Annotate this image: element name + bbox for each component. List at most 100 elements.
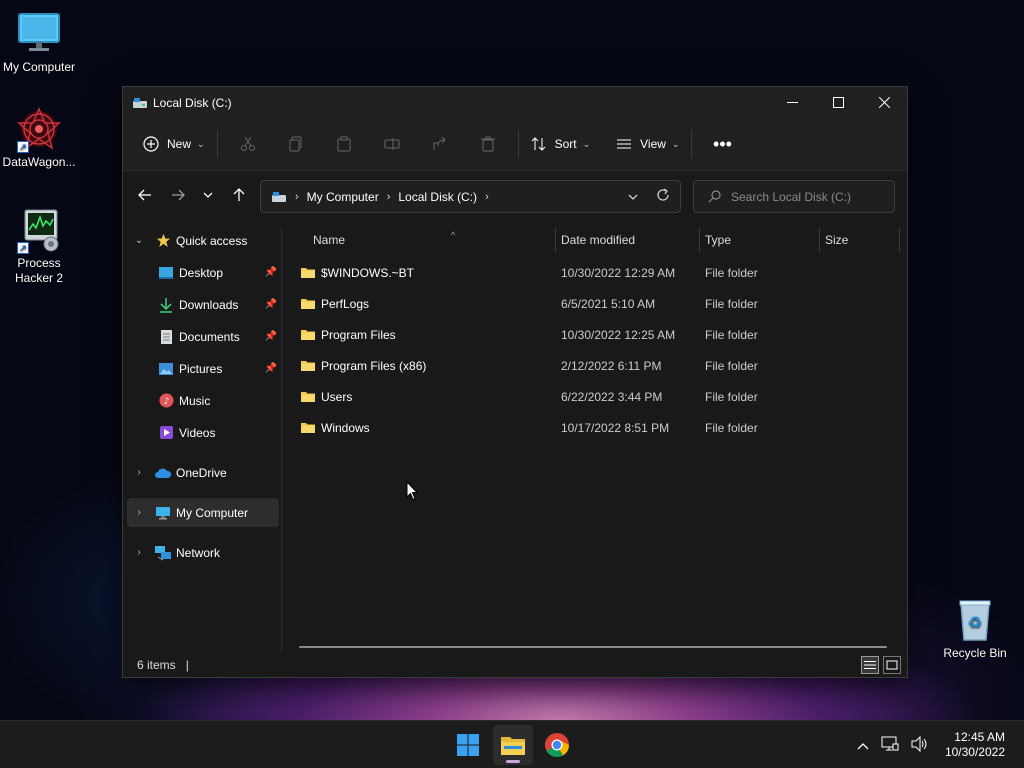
column-type-label: Type bbox=[705, 233, 732, 247]
nav-onedrive[interactable]: › OneDrive bbox=[127, 458, 279, 487]
svg-text:♻: ♻ bbox=[968, 613, 982, 632]
more-icon: ••• bbox=[713, 133, 732, 154]
toolbar-separator bbox=[691, 129, 693, 159]
file-row[interactable]: PerfLogs 6/5/2021 5:10 AM File folder bbox=[297, 288, 897, 319]
file-date: 6/5/2021 5:10 AM bbox=[561, 296, 656, 311]
up-button[interactable] bbox=[222, 180, 255, 210]
address-bar[interactable]: › My Computer › Local Disk (C:) › bbox=[260, 180, 681, 213]
picture-icon bbox=[157, 361, 175, 377]
maximize-button[interactable] bbox=[815, 87, 861, 118]
monitor-icon bbox=[15, 10, 63, 58]
network-status-button[interactable] bbox=[881, 736, 899, 755]
desktop-icon-process-hacker[interactable]: ↗ Process Hacker 2 bbox=[0, 206, 78, 286]
view-button[interactable]: View ⌄ bbox=[610, 128, 685, 160]
volume-button[interactable] bbox=[911, 735, 929, 755]
search-input[interactable] bbox=[731, 189, 881, 204]
maximize-icon bbox=[832, 97, 844, 108]
cut-button[interactable] bbox=[224, 128, 272, 160]
minimize-button[interactable] bbox=[769, 87, 815, 118]
taskbar-file-explorer[interactable] bbox=[493, 725, 533, 765]
chevron-right-icon[interactable]: › bbox=[132, 507, 146, 518]
back-button[interactable] bbox=[128, 180, 161, 210]
forward-button[interactable] bbox=[161, 180, 194, 210]
cut-icon bbox=[240, 136, 255, 151]
column-header-date[interactable]: Date modified bbox=[553, 228, 699, 252]
more-options-button[interactable]: ••• bbox=[698, 128, 746, 160]
cloud-icon bbox=[154, 465, 172, 481]
file-row[interactable]: Users 6/22/2022 3:44 PM File folder bbox=[297, 381, 897, 412]
horizontal-scrollbar[interactable] bbox=[299, 646, 887, 648]
nav-item-label: Desktop bbox=[179, 265, 224, 280]
column-header-name[interactable]: Name ^ bbox=[305, 228, 555, 252]
nav-quick-access[interactable]: ⌄ Quick access bbox=[127, 226, 279, 255]
delete-button[interactable] bbox=[464, 128, 512, 160]
chevron-right-icon[interactable]: › bbox=[485, 191, 489, 203]
command-bar: New ⌄ Sort ⌄ View ⌄ ••• bbox=[123, 118, 907, 171]
show-hidden-icons-button[interactable] bbox=[857, 738, 869, 753]
shortcut-arrow-icon: ↗ bbox=[17, 242, 29, 254]
file-type: File folder bbox=[705, 358, 758, 373]
column-header-size[interactable]: Size bbox=[817, 228, 897, 252]
start-button[interactable] bbox=[448, 725, 488, 765]
details-view-button[interactable] bbox=[861, 656, 879, 674]
close-button[interactable] bbox=[861, 87, 907, 118]
navigation-bar: › My Computer › Local Disk (C:) › bbox=[123, 171, 907, 219]
nav-desktop[interactable]: Desktop 📌 bbox=[127, 258, 279, 287]
file-row[interactable]: Program Files 10/30/2022 12:25 AM File f… bbox=[297, 319, 897, 350]
nav-pictures[interactable]: Pictures 📌 bbox=[127, 354, 279, 383]
breadcrumb-my-computer[interactable]: My Computer bbox=[307, 190, 379, 204]
nav-network[interactable]: › Network bbox=[127, 538, 279, 567]
folder-icon bbox=[301, 268, 315, 278]
file-row[interactable]: $WINDOWS.~BT 10/30/2022 12:29 AM File fo… bbox=[297, 257, 897, 288]
file-explorer-icon bbox=[501, 737, 525, 755]
file-row[interactable]: Windows 10/17/2022 8:51 PM File folder bbox=[297, 412, 897, 443]
search-box[interactable] bbox=[693, 180, 895, 213]
chevron-down-icon[interactable]: ⌄ bbox=[132, 235, 146, 246]
folder-icon bbox=[301, 423, 315, 433]
nav-item-label: Network bbox=[176, 545, 221, 560]
nav-downloads[interactable]: Downloads 📌 bbox=[127, 290, 279, 319]
file-date: 10/30/2022 12:25 AM bbox=[561, 327, 676, 342]
desktop-icon-datawagon[interactable]: ↗ DataWagon... bbox=[0, 105, 78, 170]
file-name: Program Files (x86) bbox=[321, 358, 427, 373]
paste-button[interactable] bbox=[320, 128, 368, 160]
nav-videos[interactable]: Videos bbox=[127, 418, 279, 447]
nav-item-label: Documents bbox=[179, 329, 240, 344]
share-button[interactable] bbox=[416, 128, 464, 160]
desktop-icon-my-computer[interactable]: My Computer bbox=[0, 10, 78, 75]
nav-music[interactable]: ♪ Music bbox=[127, 386, 279, 415]
active-app-indicator bbox=[506, 760, 520, 763]
document-icon bbox=[157, 329, 175, 345]
chevron-down-icon: ⌄ bbox=[197, 138, 205, 149]
breadcrumb-local-disk[interactable]: Local Disk (C:) bbox=[398, 190, 477, 204]
drive-icon bbox=[272, 191, 286, 202]
view-list-icon bbox=[617, 139, 632, 149]
recent-locations-button[interactable] bbox=[194, 180, 222, 210]
rename-button[interactable] bbox=[368, 128, 416, 160]
nav-documents[interactable]: Documents 📌 bbox=[127, 322, 279, 351]
paste-icon bbox=[337, 136, 351, 152]
address-dropdown-button[interactable] bbox=[628, 191, 638, 203]
process-hacker-icon: ↗ bbox=[15, 206, 63, 254]
title-bar[interactable]: Local Disk (C:) bbox=[123, 87, 907, 118]
clock[interactable]: 12:45 AM 10/30/2022 bbox=[945, 730, 1005, 760]
star-icon bbox=[154, 233, 172, 249]
column-divider[interactable] bbox=[899, 228, 900, 252]
large-icons-view-button[interactable] bbox=[883, 656, 901, 674]
column-date-label: Date modified bbox=[561, 233, 636, 247]
plus-circle-icon bbox=[143, 136, 159, 152]
sort-button[interactable]: Sort ⌄ bbox=[525, 128, 597, 160]
chevron-right-icon[interactable]: › bbox=[132, 467, 146, 478]
taskbar-chrome[interactable] bbox=[537, 725, 577, 765]
copy-button[interactable] bbox=[272, 128, 320, 160]
folder-icon bbox=[301, 361, 315, 371]
column-header-type[interactable]: Type bbox=[697, 228, 819, 252]
desktop-icon-recycle-bin[interactable]: ♻ Recycle Bin bbox=[936, 596, 1014, 661]
folder-icon bbox=[301, 299, 315, 309]
new-button[interactable]: New ⌄ bbox=[137, 128, 211, 160]
file-row[interactable]: Program Files (x86) 2/12/2022 6:11 PM Fi… bbox=[297, 350, 897, 381]
nav-my-computer[interactable]: › My Computer bbox=[127, 498, 279, 527]
refresh-button[interactable] bbox=[656, 188, 670, 205]
chevron-right-icon: › bbox=[386, 190, 391, 203]
chevron-right-icon[interactable]: › bbox=[132, 547, 146, 558]
